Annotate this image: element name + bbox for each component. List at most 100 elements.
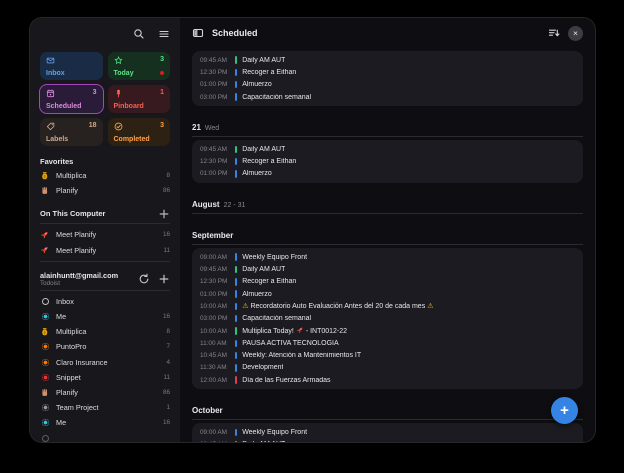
item-time: 10:00 AM: [200, 302, 228, 310]
schedule-item[interactable]: 01:00 PM Almuerzo: [200, 168, 575, 180]
project-color-bar: [235, 145, 238, 154]
dot-shape: [41, 419, 49, 427]
tile-labels[interactable]: Labels 18: [40, 118, 103, 146]
close-icon[interactable]: ×: [568, 25, 583, 41]
schedule-item[interactable]: 03:00 PM Capacitación semanal: [200, 313, 575, 325]
project-item-puntopro[interactable]: PuntoPro 7: [40, 339, 170, 354]
item-time: 03:00 PM: [200, 93, 228, 101]
schedule-item[interactable]: 10:00 AM Multiplica Today! - INT0012-22: [200, 325, 575, 337]
project-item-inbox[interactable]: Inbox: [40, 294, 170, 309]
tile-count-badge: 3: [160, 122, 164, 129]
item-title: Development: [242, 364, 284, 372]
tile-inbox[interactable]: Inbox: [40, 52, 103, 80]
quick-tiles: Inbox Today 3 Scheduled 3 Pinboard 1 Labels 18 Co…: [40, 52, 170, 146]
schedule-item[interactable]: 03:00 PM Capacitación semanal: [200, 91, 575, 103]
date-section-line: September: [192, 231, 583, 241]
panel-toggle-icon[interactable]: [192, 27, 204, 39]
item-count: 1: [166, 404, 170, 412]
add-task-button[interactable]: +: [551, 397, 578, 424]
item-title: Daily AM AUT: [242, 266, 286, 274]
project-color-bar: [235, 278, 238, 286]
tile-scheduled[interactable]: Scheduled 3: [40, 85, 103, 113]
schedule-item[interactable]: 09:00 AM Weekly Equipo Front: [200, 426, 575, 438]
project-color-bar: [235, 157, 238, 166]
date-section-header: 21 Wed: [192, 123, 583, 138]
sidebar-item-multiplica[interactable]: $ Multiplica 8: [40, 168, 170, 183]
project-item-snippet[interactable]: Snippet 11: [40, 370, 170, 385]
add-section-item-icon[interactable]: [158, 208, 170, 220]
sort-descending-icon[interactable]: [548, 27, 560, 39]
item-label: Me: [56, 418, 67, 428]
section-title-text: On This Computer: [40, 209, 106, 219]
tile-label: Today: [113, 70, 134, 77]
tile-pinboard[interactable]: Pinboard 1: [107, 85, 170, 113]
project-item[interactable]: [40, 430, 170, 442]
project-item-planify[interactable]: Planify 86: [40, 385, 170, 400]
item-time: 10:45 AM: [200, 352, 228, 360]
refresh-icon[interactable]: [138, 273, 150, 285]
sidebar-item-planify[interactable]: Planify 86: [40, 183, 170, 198]
project-item-me[interactable]: Me 16: [40, 309, 170, 324]
schedule-item[interactable]: 11:00 AM PAUSA ACTIVA TECNOLOGIA: [200, 337, 575, 349]
project-color-bar: [235, 327, 238, 335]
item-time: 09:45 AM: [200, 266, 228, 274]
add-project-icon[interactable]: [158, 273, 170, 285]
check-circle-icon: [114, 122, 165, 131]
rocket-icon: [40, 230, 50, 240]
schedule-item[interactable]: 12:30 PM Recoger a Eithan: [200, 155, 575, 167]
schedule-item[interactable]: 01:00 PM Almuerzo: [200, 288, 575, 300]
item-label: Planify: [56, 387, 78, 397]
item-label: Multiplica: [56, 327, 87, 337]
schedule-item[interactable]: 01:00 PM Almuerzo: [200, 79, 575, 91]
item-title: Daily AM AUT: [242, 441, 285, 442]
schedule-item[interactable]: 12:00 AM Día de las Fuerzas Armadas: [200, 374, 575, 386]
tile-completed[interactable]: Completed 3: [107, 118, 170, 146]
date-section-title: September: [192, 231, 234, 241]
schedule-item[interactable]: 11:30 AM Development: [200, 362, 575, 374]
schedule-item[interactable]: 09:00 AM Weekly Equipo Front: [200, 251, 575, 263]
project-color-bar: [235, 351, 238, 360]
project-item-me[interactable]: Me 16: [40, 415, 170, 430]
item-count: 8: [166, 172, 170, 180]
item-label: Inbox: [56, 296, 74, 306]
sidebar-section-title: On This Computer: [40, 207, 170, 220]
schedule-item[interactable]: 09:45 AM Daily AM AUT: [200, 439, 575, 442]
project-item-claro-insurance[interactable]: Claro Insurance 4: [40, 355, 170, 370]
pin-icon: [114, 89, 165, 98]
project-item-multiplica[interactable]: $ Multiplica 8: [40, 324, 170, 339]
sidebar-item-meet-planify[interactable]: Meet Planify 11: [40, 243, 170, 258]
account-service: Todoist: [40, 279, 60, 287]
project-color-dot: [40, 404, 50, 412]
page-title: Scheduled: [212, 28, 258, 38]
menu-icon[interactable]: [158, 28, 170, 40]
project-color-dot: [40, 373, 50, 381]
date-section-header: October: [192, 406, 583, 421]
schedule-item[interactable]: 09:45 AM Daily AM AUT: [200, 263, 575, 275]
item-title: Recoger a Eithan: [242, 158, 297, 166]
item-title: Día de las Fuerzas Armadas: [242, 376, 331, 384]
tile-today[interactable]: Today 3: [107, 52, 170, 80]
account-row[interactable]: alainhuntt@gmail.com Todoist: [40, 271, 170, 287]
item-title: Multiplica Today! - INT0012-22: [242, 327, 348, 335]
main-header: Scheduled ×: [180, 18, 595, 48]
money-bag-icon: $: [40, 327, 50, 337]
item-title: Capacitación semanal: [242, 315, 312, 323]
sidebar-item-meet-planify[interactable]: Meet Planify 16: [40, 227, 170, 242]
item-time: 09:45 AM: [200, 145, 228, 153]
item-title: Daily AM AUT: [242, 56, 286, 64]
item-time: 01:00 PM: [200, 170, 228, 178]
schedule-item[interactable]: 09:45 AM Daily AM AUT: [200, 54, 575, 66]
schedule-item[interactable]: 10:00 AM ⚠ Recordatorio Auto Evaluación An…: [200, 300, 575, 312]
schedule-card: 09:00 AM Weekly Equipo Front 09:45 AM Daily…: [192, 248, 583, 390]
schedule-item[interactable]: 10:45 AM Weekly: Atención a Mantenimiento…: [200, 349, 575, 361]
search-icon[interactable]: [133, 28, 145, 40]
project-color-bar: [235, 314, 238, 323]
schedule-item[interactable]: 12:30 PM Recoger a Eithan: [200, 66, 575, 78]
schedule-item[interactable]: 09:45 AM Daily AM AUT: [200, 143, 575, 155]
project-item-team-project[interactable]: Team Project 1: [40, 400, 170, 415]
schedule-item[interactable]: 12:30 PM Recoger a Eithan: [200, 276, 575, 288]
sidebar-toolbar: [40, 28, 170, 40]
item-count: 11: [163, 373, 170, 381]
dot-shape: [41, 358, 49, 366]
date-section-title: October: [192, 406, 223, 416]
